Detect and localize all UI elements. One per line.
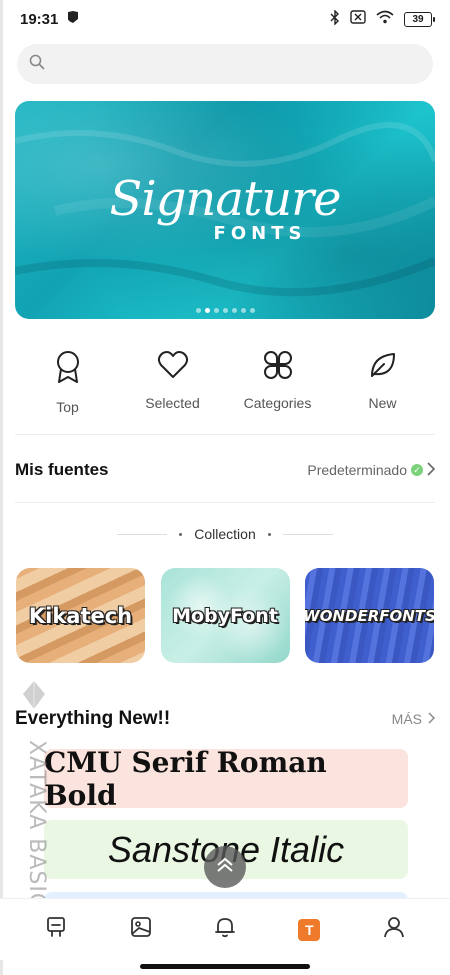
category-label-top: Top [56, 399, 79, 415]
screen-edge [0, 0, 3, 975]
shield-icon [66, 10, 80, 28]
my-fonts-title: Mis fuentes [15, 460, 109, 479]
my-fonts-row[interactable]: Mis fuentes Predeterminado ✓ [15, 455, 436, 485]
chevron-right-icon [427, 461, 436, 479]
t-badge-icon: T [298, 918, 321, 941]
heading-line [282, 533, 333, 535]
category-new[interactable]: New [330, 350, 435, 415]
sim-off-icon [350, 10, 366, 28]
carousel-dot[interactable] [204, 308, 210, 313]
status-left: 19:31 [20, 10, 80, 28]
award-ribbon-icon [54, 350, 82, 389]
collection-card-kikatech[interactable]: Kikatech [16, 568, 145, 663]
nav-gallery[interactable] [116, 905, 166, 955]
heading-dot [267, 532, 271, 536]
carousel-dot[interactable] [231, 308, 237, 313]
search-bar[interactable] [17, 44, 433, 84]
font-card[interactable]: CMU Serif Roman Bold [44, 746, 408, 812]
double-chevron-up-icon [215, 856, 235, 879]
bottom-nav: T [0, 898, 450, 960]
carousel-dots [15, 308, 435, 313]
search-icon [29, 54, 45, 75]
desk-icon [44, 915, 68, 944]
profile-icon [382, 915, 406, 944]
carousel-dot[interactable] [249, 308, 255, 313]
default-font-link[interactable]: Predeterminado ✓ [307, 461, 436, 479]
collection-heading: Collection [0, 526, 450, 542]
heart-icon [157, 350, 189, 385]
category-categories[interactable]: Categories [225, 350, 330, 415]
status-bar: 19:31 39 [0, 0, 450, 38]
status-right: 39 [330, 8, 435, 29]
carousel-dot[interactable] [240, 308, 246, 313]
banner-subtitle: FONTS [213, 223, 307, 244]
nav-fonts[interactable]: T [284, 905, 334, 955]
four-leaf-grid-icon [263, 350, 293, 385]
carousel-dot[interactable] [195, 308, 201, 313]
nav-profile[interactable] [369, 905, 419, 955]
hero-banner[interactable]: Signature FONTS [15, 101, 435, 319]
leaf-icon [368, 350, 398, 385]
watermark-logo-icon [23, 681, 45, 709]
category-top[interactable]: Top [15, 350, 120, 415]
carousel-dot[interactable] [222, 308, 228, 313]
collection-card-wonderfonts[interactable]: WONDERFONTS [305, 568, 434, 663]
carousel-dot[interactable] [213, 308, 219, 313]
everything-new-header: Everything New!! MÁS [15, 704, 436, 734]
collection-cards: Kikatech MobyFont WONDERFONTS [16, 568, 434, 663]
collection-card-label: MobyFont [172, 604, 278, 627]
category-label-new: New [368, 395, 397, 411]
collection-title: Collection [194, 526, 256, 542]
nav-desk[interactable] [31, 905, 81, 955]
bell-icon [213, 915, 237, 944]
more-link[interactable]: MÁS [391, 711, 436, 727]
heading-line [117, 533, 168, 535]
scroll-to-top-button[interactable] [204, 846, 246, 888]
font-card-name: CMU Serif Roman Bold [44, 745, 327, 812]
status-time: 19:31 [20, 10, 59, 28]
chevron-right-icon [428, 711, 436, 727]
default-font-label: Predeterminado [307, 462, 407, 478]
collection-card-label: Kikatech [28, 603, 133, 628]
check-icon: ✓ [411, 464, 423, 476]
home-indicator[interactable] [140, 964, 310, 969]
banner-title: Signature [109, 171, 341, 227]
category-selected[interactable]: Selected [120, 350, 225, 415]
image-frame-icon [129, 915, 153, 944]
category-nav: Top Selected Categories New [15, 350, 435, 415]
watermark-text: XATAKA BASICS [24, 740, 49, 925]
nav-notifications[interactable] [200, 905, 250, 955]
search-input[interactable] [53, 55, 433, 73]
bluetooth-icon [330, 8, 340, 29]
battery-icon: 39 [404, 11, 435, 27]
category-label-categories: Categories [243, 395, 312, 411]
section-divider [15, 502, 435, 503]
section-divider [15, 434, 435, 435]
wifi-icon [376, 10, 394, 28]
collection-card-label: WONDERFONTS [305, 606, 434, 625]
category-label-selected: Selected [145, 395, 200, 411]
more-label: MÁS [391, 711, 422, 727]
heading-dot [179, 532, 183, 536]
collection-card-mobyfont[interactable]: MobyFont [160, 568, 290, 663]
